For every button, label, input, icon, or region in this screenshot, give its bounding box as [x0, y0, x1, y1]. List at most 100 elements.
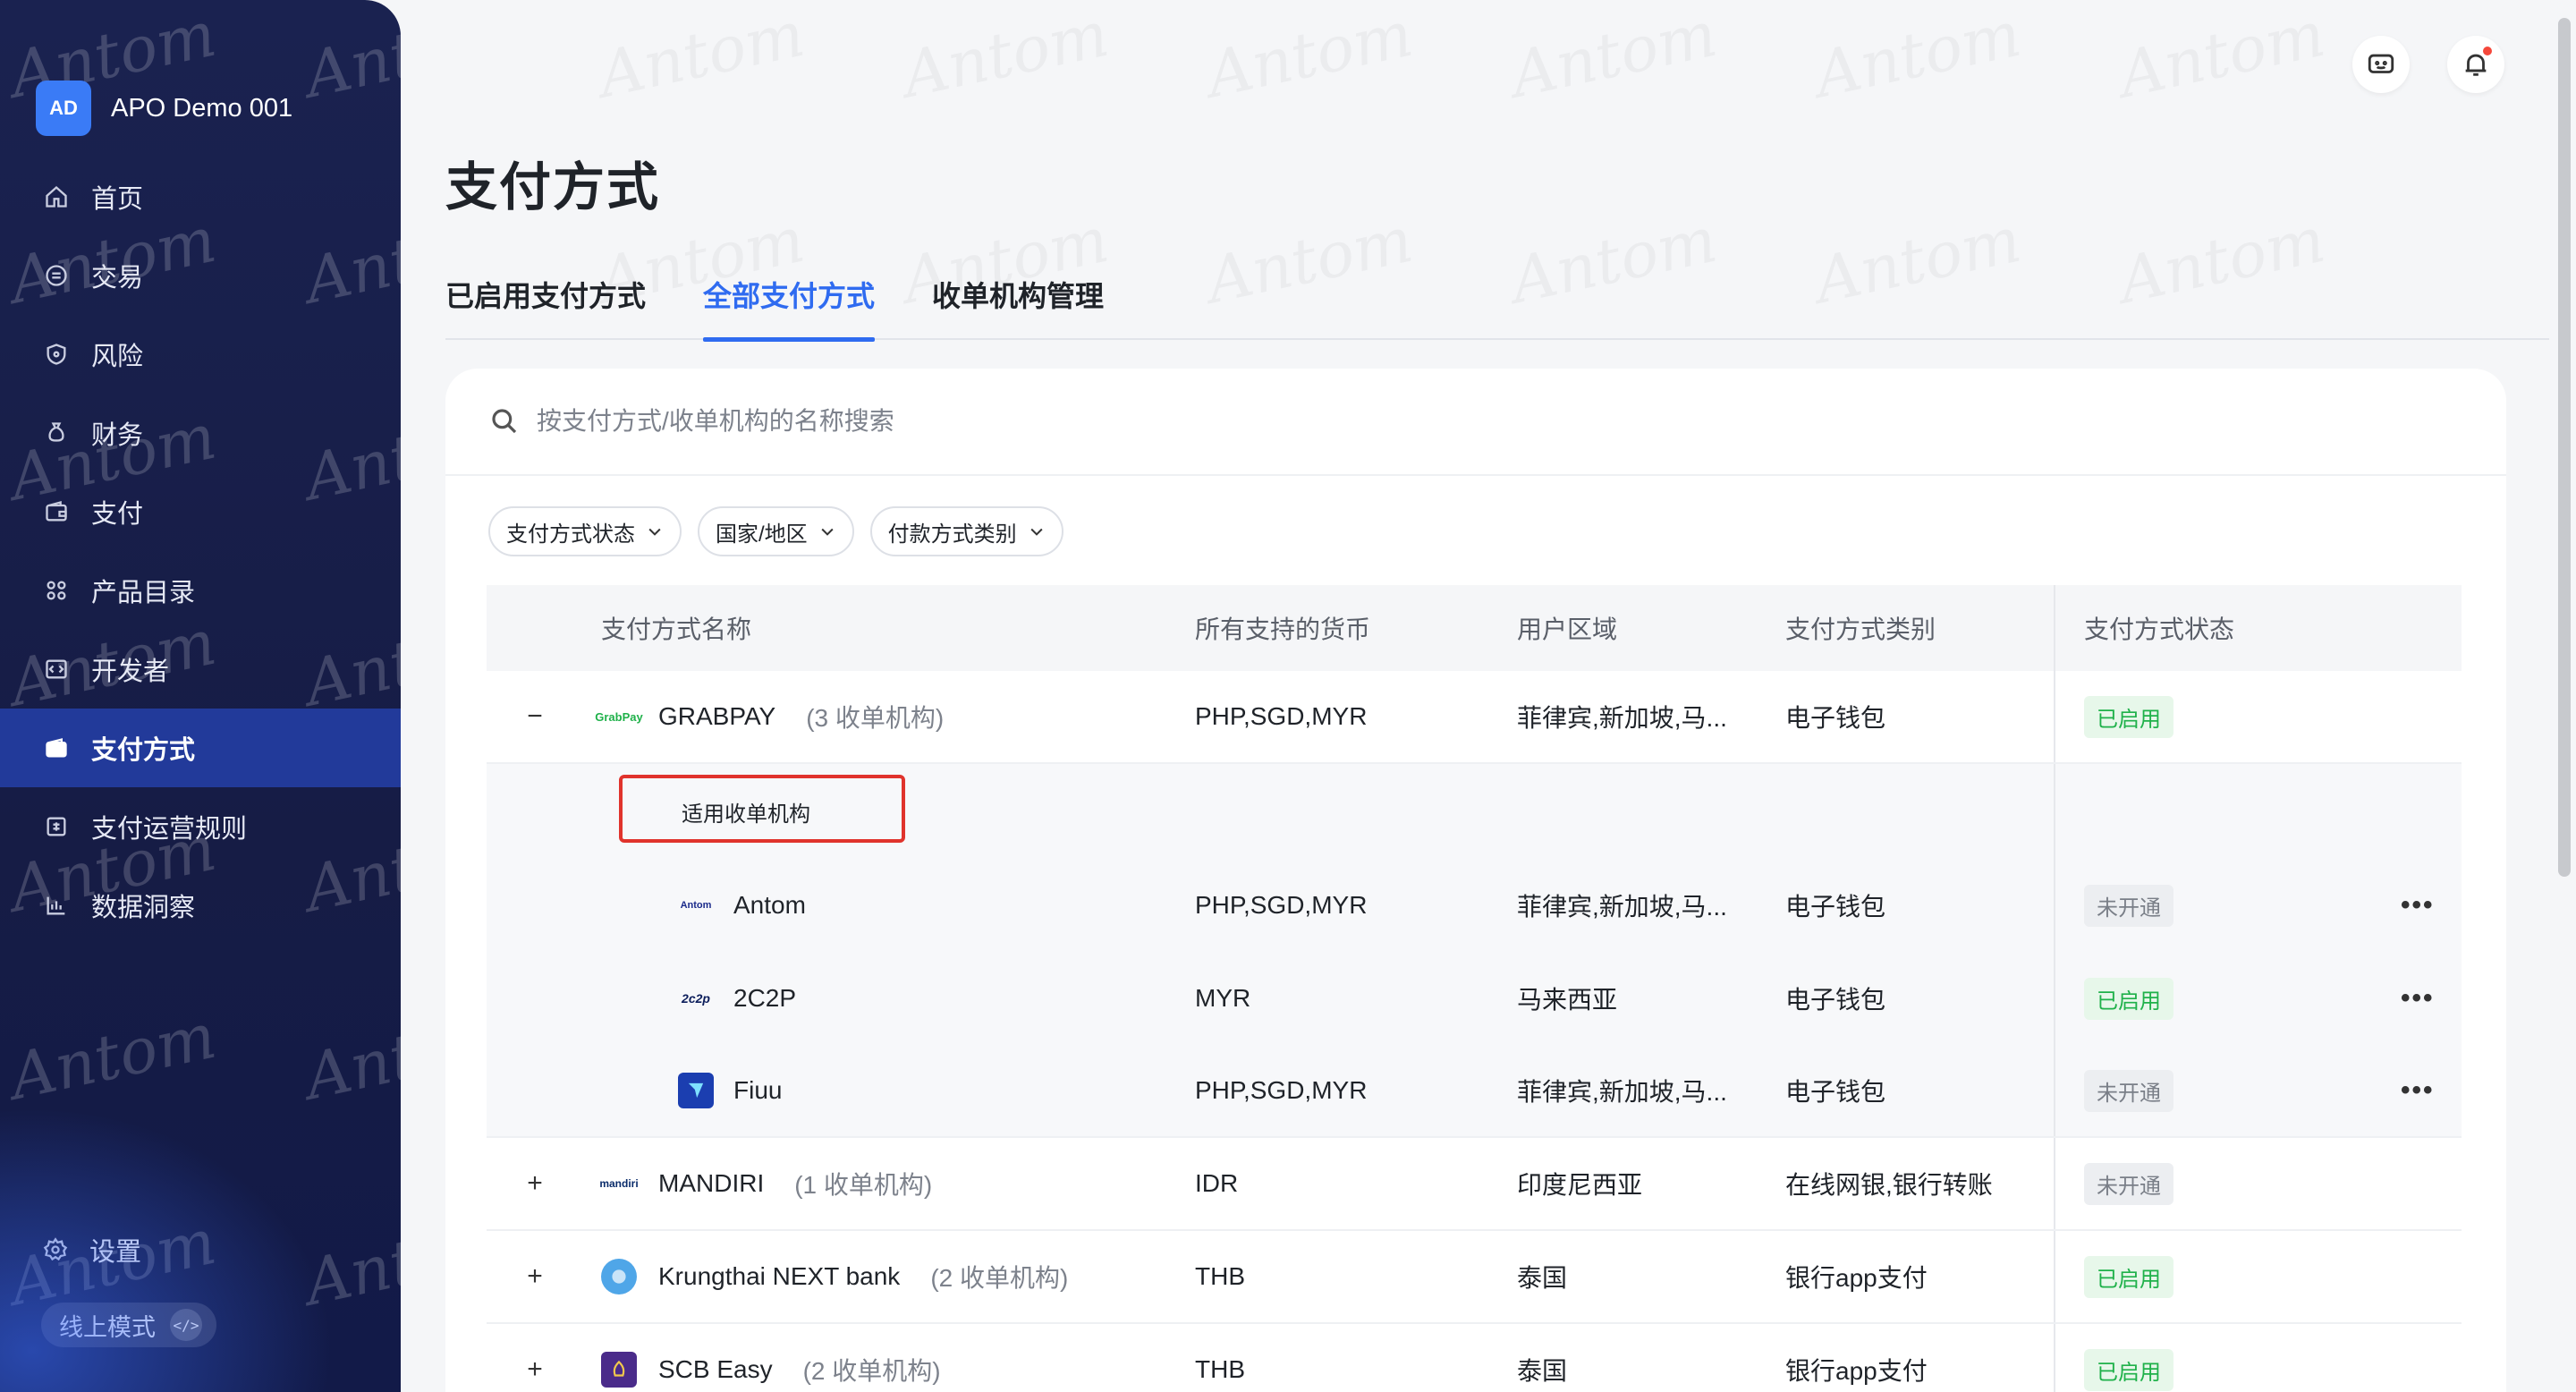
- search-input[interactable]: [537, 407, 1610, 436]
- sidebar-item-label: 首页: [91, 185, 144, 214]
- sidebar-item-payments[interactable]: 支付: [0, 472, 401, 551]
- status-badge: 未开通: [2084, 1162, 2174, 1205]
- more-actions-button[interactable]: •••: [2401, 1075, 2435, 1106]
- type-cell: 电子钱包: [1785, 986, 1886, 1014]
- expand-toggle[interactable]: +: [522, 1168, 547, 1198]
- region-cell: 菲律宾,新加坡,马...: [1517, 893, 1727, 921]
- scb-logo: [601, 1352, 637, 1388]
- chevron-down-icon: [821, 528, 834, 536]
- acquirer-name: Fiuu: [733, 1076, 783, 1104]
- type-cell: 在线网银,银行转账: [1785, 1171, 1993, 1199]
- fiuu-logo: [678, 1073, 714, 1108]
- acquirer-name: Antom: [733, 891, 806, 919]
- table-row[interactable]: + SCB Easy (2 收单机构) THB 泰国 银行app支付 已启用: [487, 1324, 2462, 1392]
- acquirer-row[interactable]: 2c2p 2C2P MYR 马来西亚 电子钱包 已启用 •••: [487, 952, 2462, 1045]
- sidebar-item-home[interactable]: 首页: [0, 157, 401, 236]
- sidebar-item-developer[interactable]: 开发者: [0, 630, 401, 709]
- method-name: GRABPAY: [658, 702, 776, 730]
- currency-cell: THB: [1195, 1355, 1245, 1383]
- krungthai-logo: [601, 1259, 637, 1294]
- watermark: Antom: [299, 0, 401, 113]
- grid-icon: [43, 577, 70, 604]
- feedback-button[interactable]: [2352, 36, 2410, 93]
- watermark: Antom: [1200, 0, 1419, 113]
- mode-label: 线上模式: [59, 1313, 156, 1341]
- sidebar-item-settings[interactable]: 设置: [43, 1231, 141, 1269]
- region-cell: 菲律宾,新加坡,马...: [1517, 704, 1727, 732]
- more-actions-button[interactable]: •••: [2401, 983, 2435, 1014]
- scrollbar[interactable]: [2558, 18, 2571, 877]
- method-name: MANDIRI: [658, 1169, 765, 1197]
- tab-all-methods[interactable]: 全部支付方式: [703, 274, 876, 342]
- watermark: Antom: [896, 0, 1115, 113]
- status-badge: 未开通: [2084, 884, 2174, 927]
- column-divider: [2054, 764, 2055, 859]
- sidebar-item-insights[interactable]: 数据洞察: [0, 866, 401, 945]
- method-name-cell: SCB Easy (2 收单机构): [601, 1352, 941, 1388]
- notifications-button[interactable]: [2447, 36, 2504, 93]
- sidebar-item-payment-rules[interactable]: 支付运营规则: [0, 787, 401, 866]
- method-name-cell: GrabPay GRABPAY (3 收单机构): [595, 699, 945, 734]
- table-row[interactable]: + Krungthai NEXT bank (2 收单机构) THB 泰国 银行…: [487, 1231, 2462, 1324]
- table-header: 支付方式名称 所有支持的货币 用户区域 支付方式类别 支付方式状态: [487, 585, 2462, 671]
- filter-method-category[interactable]: 付款方式类别: [869, 506, 1063, 556]
- avatar: AD: [36, 81, 91, 136]
- watermark: Antom: [2113, 0, 2332, 113]
- grabpay-logo: GrabPay: [595, 709, 643, 724]
- currency-cell: THB: [1195, 1262, 1245, 1290]
- acquirer-name-cell: Fiuu: [678, 1073, 782, 1108]
- filter-bar: 支付方式状态 国家/地区 付款方式类别: [488, 506, 1063, 556]
- sidebar-nav: 首页 交易 风险 财务 支付 产品目录 开发者 支付方式 支付运营规则 数据洞察: [0, 157, 401, 945]
- more-actions-button[interactable]: •••: [2401, 890, 2435, 921]
- type-cell: 银行app支付: [1785, 1357, 1928, 1385]
- notification-dot: [2483, 47, 2492, 55]
- acquirer-count: (3 收单机构): [806, 704, 945, 732]
- sidebar-item-label: 开发者: [91, 658, 170, 686]
- acquirer-row[interactable]: Antom Antom PHP,SGD,MYR 菲律宾,新加坡,马... 电子钱…: [487, 859, 2462, 952]
- expand-toggle[interactable]: +: [522, 1261, 547, 1291]
- search-bar: [445, 369, 2506, 476]
- account-switcher[interactable]: AD APO Demo 001: [36, 81, 292, 136]
- sidebar-item-label: 财务: [91, 421, 144, 450]
- sidebar: Antom Antom Antom Antom Antom Antom Anto…: [0, 0, 401, 1392]
- sidebar-item-risk[interactable]: 风险: [0, 315, 401, 394]
- table-row[interactable]: + mandiri MANDIRI (1 收单机构) IDR 印度尼西亚 在线网…: [487, 1138, 2462, 1231]
- column-header: 用户区域: [1517, 615, 1618, 643]
- antom-logo: Antom: [680, 900, 712, 911]
- sidebar-item-payment-methods[interactable]: 支付方式: [0, 709, 401, 787]
- mode-toggle[interactable]: 线上模式 </>: [41, 1303, 216, 1347]
- watermark: Antom: [4, 998, 223, 1115]
- method-name-cell: mandiri MANDIRI (1 收单机构): [599, 1166, 932, 1201]
- currency-cell: PHP,SGD,MYR: [1195, 702, 1368, 730]
- sidebar-item-finance[interactable]: 财务: [0, 394, 401, 472]
- region-cell: 马来西亚: [1517, 986, 1618, 1014]
- tab-acquirer-management[interactable]: 收单机构管理: [932, 274, 1104, 340]
- filter-method-status[interactable]: 支付方式状态: [488, 506, 682, 556]
- status-cell: 已启用: [2084, 1348, 2174, 1391]
- tab-enabled-methods[interactable]: 已启用支付方式: [445, 274, 646, 340]
- sidebar-item-label: 产品目录: [91, 579, 196, 607]
- sidebar-item-transactions[interactable]: 交易: [0, 236, 401, 315]
- finance-icon: [43, 420, 70, 446]
- watermark: Antom: [592, 0, 811, 113]
- main-content: Antom Antom Antom Antom Antom Antom Anto…: [401, 0, 2576, 1392]
- tab-bar: 已启用支付方式 全部支付方式 收单机构管理: [445, 274, 2549, 342]
- status-cell: 已启用: [2084, 695, 2174, 738]
- column-divider: [2054, 952, 2055, 1045]
- filter-country-region[interactable]: 国家/地区: [698, 506, 854, 556]
- collapse-toggle[interactable]: −: [522, 701, 547, 731]
- acquirer-name-cell: 2c2p 2C2P: [678, 980, 796, 1016]
- account-name: APO Demo 001: [111, 93, 293, 123]
- code-icon: [43, 656, 70, 683]
- sidebar-item-catalog[interactable]: 产品目录: [0, 551, 401, 630]
- status-cell: 已启用: [2084, 977, 2174, 1020]
- sidebar-item-label: 数据洞察: [91, 894, 196, 922]
- acquirer-row[interactable]: Fiuu PHP,SGD,MYR 菲律宾,新加坡,马... 电子钱包 未开通 •…: [487, 1045, 2462, 1138]
- watermark: Antom: [299, 1204, 401, 1320]
- currency-cell: PHP,SGD,MYR: [1195, 891, 1368, 919]
- column-divider: [2054, 1324, 2055, 1392]
- filter-label: 支付方式状态: [506, 522, 635, 547]
- expand-toggle[interactable]: +: [522, 1354, 547, 1384]
- table-row[interactable]: − GrabPay GRABPAY (3 收单机构) PHP,SGD,MYR 菲…: [487, 671, 2462, 764]
- top-actions: [2352, 36, 2504, 93]
